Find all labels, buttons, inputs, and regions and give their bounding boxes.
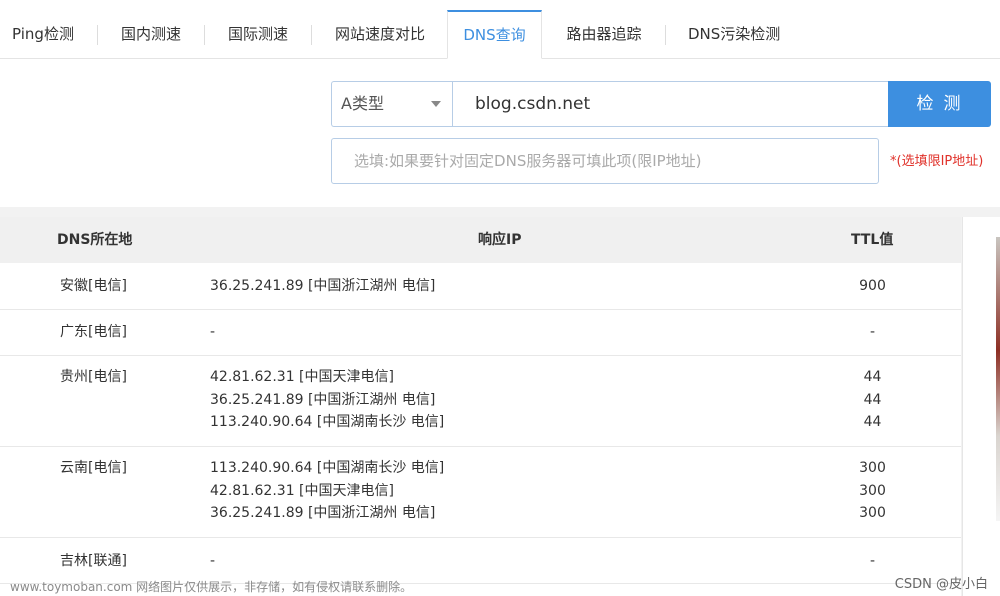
row-ip: 113.240.90.64 [中国湖南长沙 电信] xyxy=(210,460,445,476)
row-ip: 42.81.62.31 [中国天津电信] xyxy=(210,482,394,499)
tab-ping[interactable]: Ping检测 xyxy=(12,10,74,59)
table-row: 云南[电信] 113.240.90.64 [中国湖南长沙 电信] 42.81.6… xyxy=(0,447,961,538)
row-ttl: 44 xyxy=(863,414,882,430)
tab-router-trace[interactable]: 路由器追踪 xyxy=(565,10,643,59)
dns-server-hint: *(选填限IP地址) xyxy=(890,154,984,169)
table-row: 广东[电信] - - xyxy=(0,310,961,356)
row-ttl: 44 xyxy=(863,369,882,385)
tab-site-speed-compare[interactable]: 网站速度对比 xyxy=(334,10,426,59)
tab-domestic-speed[interactable]: 国内测速 xyxy=(120,10,182,59)
tab-international-speed[interactable]: 国际测速 xyxy=(227,10,289,59)
tab-dns-query[interactable]: DNS查询 xyxy=(447,10,542,59)
author-credit: CSDN @皮小白 xyxy=(894,577,988,592)
tab-divider xyxy=(204,25,205,45)
row-location: 广东[电信] xyxy=(60,324,127,340)
row-location: 云南[电信] xyxy=(60,460,127,476)
tab-dns-pollution[interactable]: DNS污染检测 xyxy=(688,10,780,59)
header-ip: 响应IP xyxy=(478,232,522,248)
tab-divider xyxy=(311,25,312,45)
row-ip: 42.81.62.31 [中国天津电信] xyxy=(210,369,394,385)
row-ttl: 900 xyxy=(859,278,886,294)
row-ttl: 44 xyxy=(863,391,882,408)
row-ip: 36.25.241.89 [中国浙江湖州 电信] xyxy=(210,505,436,521)
row-location: 安徽[电信] xyxy=(60,278,127,294)
watermark: www.toymoban.com 网络图片仅供展示，非存储，如有侵权请联系删除。 xyxy=(10,580,413,594)
check-button[interactable]: 检测 xyxy=(888,81,991,127)
table-row: 贵州[电信] 42.81.62.31 [中国天津电信] 36.25.241.89… xyxy=(0,356,961,447)
table-row: 安徽[电信] 36.25.241.89 [中国浙江湖州 电信] 900 xyxy=(0,263,961,310)
row-ip: - xyxy=(210,324,216,340)
row-location: 贵州[电信] xyxy=(60,369,127,385)
row-ip: 113.240.90.64 [中国湖南长沙 电信] xyxy=(210,414,445,430)
dns-server-input[interactable] xyxy=(331,138,879,184)
tab-divider xyxy=(665,25,666,45)
row-ttl: 300 xyxy=(859,482,886,499)
header-ttl: TTL值 xyxy=(851,232,894,248)
row-ttl: 300 xyxy=(859,460,886,476)
side-ad-image xyxy=(996,237,1000,521)
caret-down-icon xyxy=(431,101,441,107)
record-type-value: A类型 xyxy=(341,94,384,113)
record-type-select[interactable]: A类型 xyxy=(331,81,453,127)
tab-divider xyxy=(97,25,98,45)
row-location: 吉林[联通] xyxy=(60,553,127,569)
domain-input[interactable] xyxy=(452,81,889,127)
results-table: DNS所在地 响应IP TTL值 安徽[电信] 36.25.241.89 [中国… xyxy=(0,217,961,596)
side-panel xyxy=(962,217,1000,596)
tab-bar: Ping检测 国内测速 国际测速 网站速度对比 DNS查询 路由器追踪 DNS污… xyxy=(0,0,1000,59)
row-ip: 36.25.241.89 [中国浙江湖州 电信] xyxy=(210,278,436,294)
row-ttl: 300 xyxy=(859,505,886,521)
row-ip: - xyxy=(210,553,216,569)
table-header: DNS所在地 响应IP TTL值 xyxy=(0,217,961,263)
header-location: DNS所在地 xyxy=(57,232,133,248)
row-ip: 36.25.241.89 [中国浙江湖州 电信] xyxy=(210,391,436,408)
row-ttl: - xyxy=(869,324,876,340)
row-ttl: - xyxy=(869,553,876,569)
